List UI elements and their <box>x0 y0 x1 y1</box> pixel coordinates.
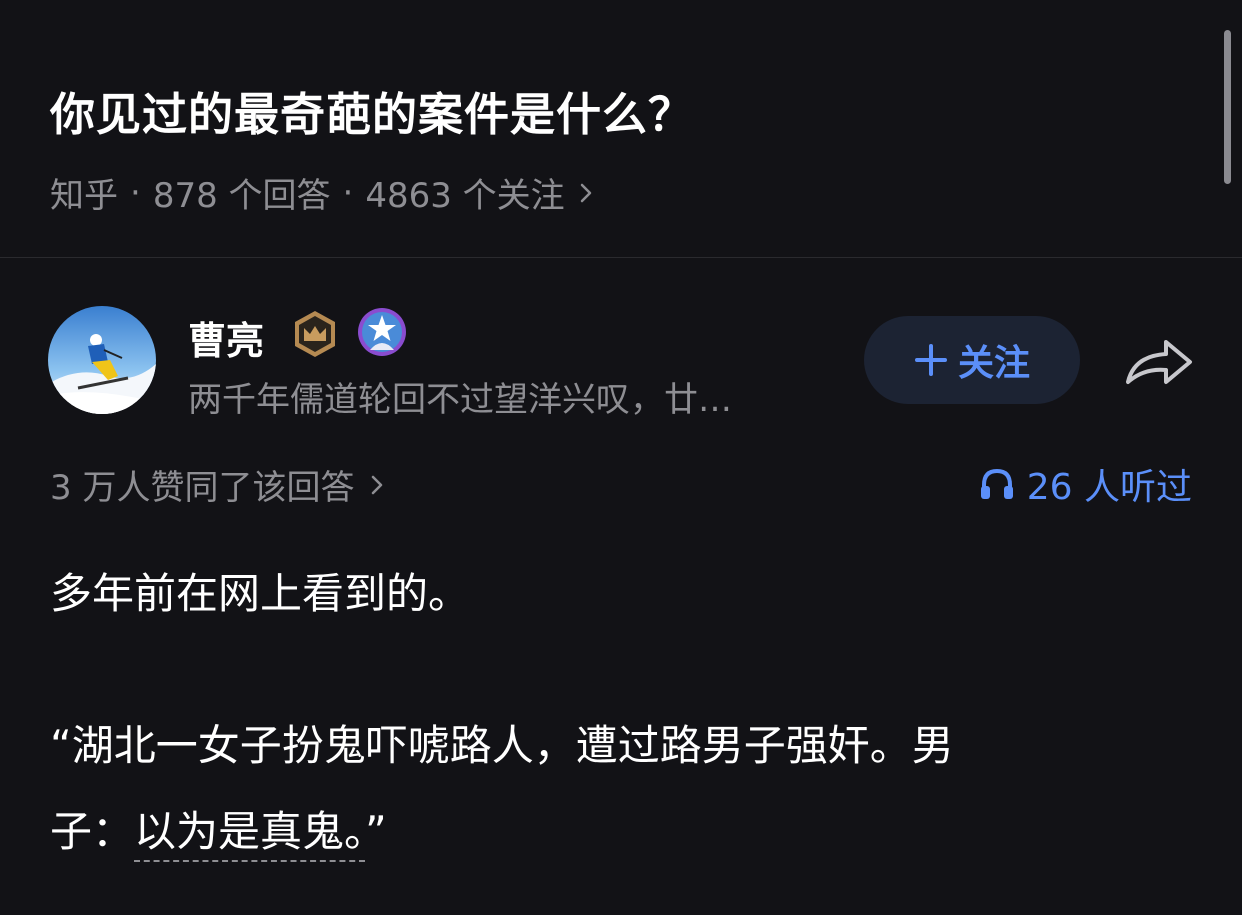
star-badge-icon[interactable] <box>356 306 408 358</box>
source-label: 知乎 <box>50 176 118 216</box>
crown-badge-icon[interactable] <box>289 308 341 360</box>
listen-button[interactable]: 26 人听过 <box>979 458 1192 510</box>
question-meta[interactable]: 知乎 · 878 个回答 · 4863 个关注 <box>50 168 593 217</box>
question-title[interactable]: 你见过的最奇葩的案件是什么？ <box>50 78 694 143</box>
answer-text: ” <box>365 807 387 856</box>
author-name[interactable]: 曹亮 <box>188 310 264 365</box>
answer-paragraph: 多年前在网上看到的。 <box>50 569 471 618</box>
answer-paragraph: 子：以为是真鬼。” <box>50 798 387 862</box>
avatar-image <box>48 306 156 414</box>
answers-count: 878 个回答 <box>152 176 331 216</box>
upvote-summary[interactable]: 3 万人赞同了该回答 <box>50 460 384 509</box>
avatar[interactable] <box>48 306 156 414</box>
separator-dot: · <box>342 172 354 213</box>
chevron-right-icon <box>580 183 591 202</box>
share-icon[interactable] <box>1124 332 1196 392</box>
separator-dot: · <box>130 172 141 213</box>
chevron-right-icon <box>372 475 383 494</box>
follow-button[interactable]: 关注 <box>864 316 1080 404</box>
plus-icon <box>914 344 947 376</box>
headphones-icon <box>980 468 1013 499</box>
followers-count: 4863 个关注 <box>365 176 565 216</box>
divider <box>0 257 1242 258</box>
answer-paragraph: “湖北一女子扮鬼吓唬路人，遭过路男子强奸。男 <box>50 721 954 770</box>
answer-text: 子： <box>50 807 135 856</box>
listen-count: 26 人听过 <box>1026 467 1192 508</box>
scrollbar[interactable] <box>1224 30 1231 184</box>
upvote-count-text: 3 万人赞同了该回答 <box>50 468 355 508</box>
author-bio[interactable]: 两千年儒道轮回不过望洋兴叹，廿… <box>188 372 732 421</box>
highlighted-phrase-link[interactable]: 以为是真鬼。 <box>134 807 366 862</box>
follow-button-label: 关注 <box>957 343 1030 384</box>
